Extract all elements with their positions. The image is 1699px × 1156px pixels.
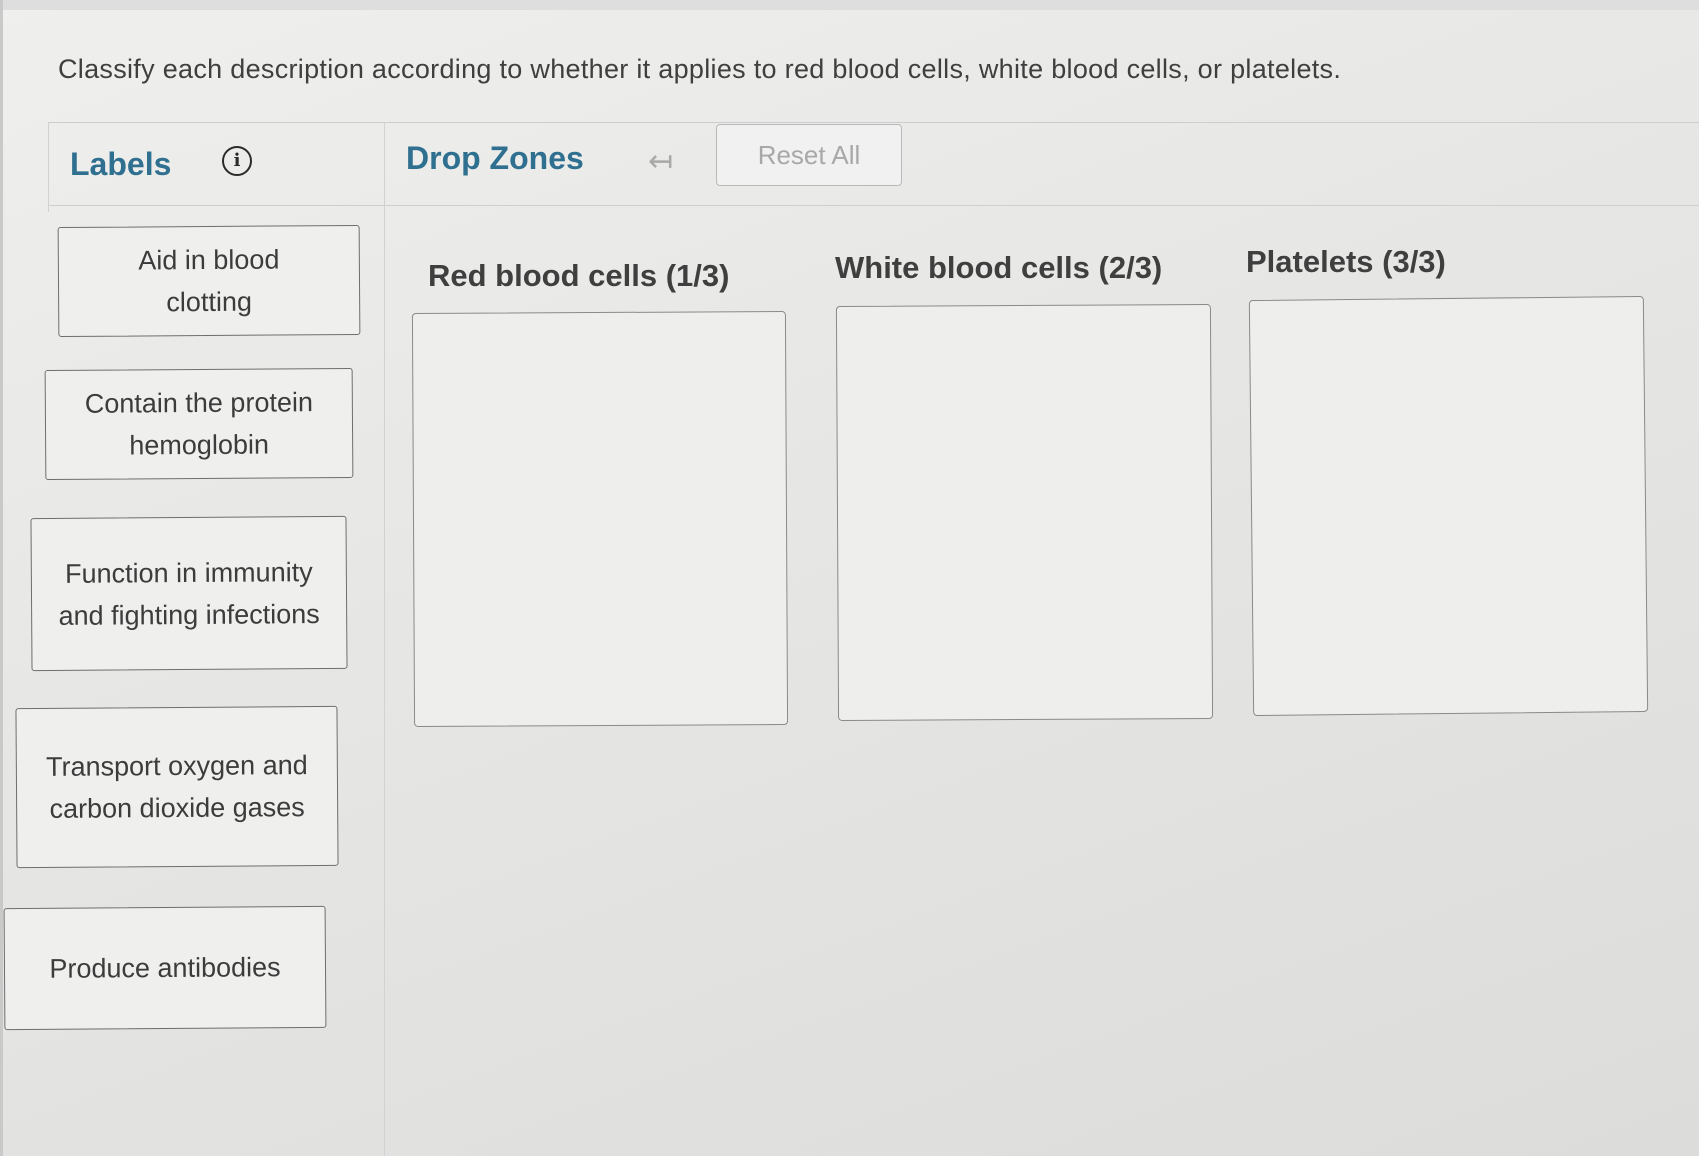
drop-zone-red-blood-cells[interactable] xyxy=(411,311,789,727)
label-text: Transport oxygen and carbon dioxide gase… xyxy=(45,750,308,824)
label-text: Contain the protein hemoglobin xyxy=(84,387,314,461)
top-strip xyxy=(0,0,1699,10)
label-contain-hemoglobin[interactable]: Contain the protein hemoglobin xyxy=(44,367,354,481)
labels-header: Labels xyxy=(70,146,172,182)
undo-icon[interactable]: ↤ xyxy=(648,144,673,179)
label-text: Function in immunity and fighting infect… xyxy=(58,556,320,631)
info-icon[interactable]: i xyxy=(222,146,252,176)
drop-zone-white-blood-cells[interactable] xyxy=(835,304,1214,721)
labels-column-divider xyxy=(384,122,385,1156)
label-text: Produce antibodies xyxy=(49,952,281,984)
label-transport-oxygen[interactable]: Transport oxygen and carbon dioxide gase… xyxy=(15,705,339,869)
zone-title-white-blood-cells: White blood cells (2/3) xyxy=(835,250,1163,285)
label-text: Aid in blood clotting xyxy=(138,244,280,318)
label-aid-in-blood-clotting[interactable]: Aid in blood clotting xyxy=(57,224,361,338)
reset-all-button[interactable]: Reset All xyxy=(716,124,902,186)
label-function-in-immunity[interactable]: Function in immunity and fighting infect… xyxy=(30,515,348,672)
zone-title-red-blood-cells: Red blood cells (1/3) xyxy=(428,258,730,293)
question-instruction: Classify each description according to w… xyxy=(58,54,1342,84)
left-edge xyxy=(0,0,3,1156)
drop-zone-platelets[interactable] xyxy=(1248,295,1649,717)
labels-column-left-edge xyxy=(48,122,49,212)
zone-title-platelets: Platelets (3/3) xyxy=(1246,244,1446,279)
drop-zones-header: Drop Zones xyxy=(406,140,584,176)
label-produce-antibodies[interactable]: Produce antibodies xyxy=(3,905,327,1031)
